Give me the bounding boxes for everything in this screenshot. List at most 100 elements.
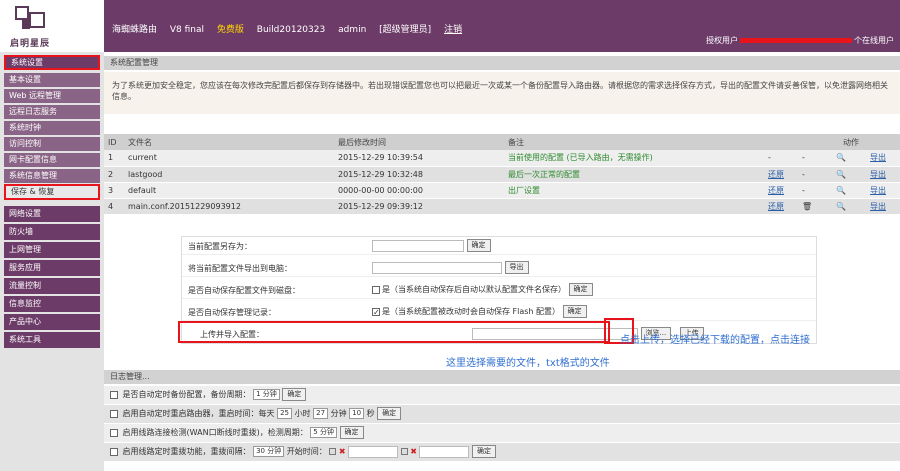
autolog-checkbox[interactable] bbox=[372, 307, 380, 316]
online-prefix: 授权用户 bbox=[706, 36, 738, 45]
auto-backup-checkbox[interactable] bbox=[110, 390, 118, 399]
clear-icon[interactable]: ✖ bbox=[339, 447, 346, 456]
export-link[interactable]: 导出 bbox=[866, 150, 900, 167]
row-action-delete: - bbox=[798, 166, 832, 183]
autolog-label: 是否自动保存管理记录： bbox=[188, 308, 276, 317]
trash-icon[interactable]: 🗑 bbox=[798, 198, 832, 215]
auto-reboot-button[interactable]: 确定 bbox=[377, 407, 402, 420]
autosave-checkbox[interactable] bbox=[372, 285, 380, 294]
sidebar-item-monitor[interactable]: 信息监控 bbox=[4, 296, 100, 312]
row-note bbox=[504, 198, 764, 215]
redial-button[interactable]: 确定 bbox=[472, 445, 497, 458]
sidebar-item-internet[interactable]: 上网管理 bbox=[4, 242, 100, 258]
export-link[interactable]: 导出 bbox=[866, 182, 900, 199]
logout-link[interactable]: 注销 bbox=[444, 25, 462, 35]
form-row-autolog: 是否自动保存管理记录： 是（当系统配置被改动时会自动保存 Flash 配置） 确… bbox=[182, 303, 816, 321]
redacted-bar bbox=[740, 38, 852, 43]
section-title: 系统配置管理 bbox=[104, 56, 900, 70]
reboot-hour-select[interactable]: 25 bbox=[277, 408, 293, 419]
row-id: 4 bbox=[104, 198, 124, 215]
reboot-minute-unit: 分钟 bbox=[330, 409, 347, 418]
clear-icon[interactable]: ✖ bbox=[410, 447, 417, 456]
autosave-text: 是（当系统自动保存后自动以默认配置文件名保存） bbox=[382, 285, 566, 294]
username: admin bbox=[338, 25, 367, 35]
col-time: 最后修改时间 bbox=[334, 134, 504, 150]
sidebar-sub-nic[interactable]: 网卡配置信息 bbox=[4, 153, 100, 167]
redial-checkbox[interactable] bbox=[110, 447, 118, 456]
auto-backup-button[interactable]: 确定 bbox=[282, 388, 307, 401]
restore-link[interactable]: 还原 bbox=[764, 166, 798, 183]
sidebar-sub-save-restore[interactable]: 保存 & 恢复 bbox=[4, 184, 100, 200]
redial-label: 启用线路定时重拨功能，重拨间隔： bbox=[122, 447, 251, 456]
sidebar-sub-basic[interactable]: 基本设置 bbox=[4, 73, 100, 87]
auto-backup-select[interactable]: 1 分钟 bbox=[253, 389, 280, 400]
brand-name: 启明星辰 bbox=[10, 39, 51, 49]
save-as-button[interactable]: 确定 bbox=[466, 239, 491, 252]
sidebar-item-network[interactable]: 网络设置 bbox=[4, 206, 100, 222]
title-line: 海蜘蛛路由 V8 final 免费版 Build20120323 admin [… bbox=[112, 22, 472, 35]
row-note: 当前使用的配置 (已导入路由，无需操作) bbox=[504, 150, 764, 167]
view-icon[interactable]: 🔍 bbox=[832, 182, 866, 199]
lower-row-auto-backup: 是否自动定时备份配置，备份周期： 1 分钟 确定 bbox=[104, 386, 900, 404]
restore-link[interactable]: 还原 bbox=[764, 198, 798, 215]
sidebar-item-system-settings[interactable]: 系统设置 bbox=[4, 55, 100, 70]
row-filename: current bbox=[124, 150, 334, 167]
reboot-second-select[interactable]: 10 bbox=[349, 408, 365, 419]
link-check-select[interactable]: 5 分钟 bbox=[310, 427, 337, 438]
sidebar-item-tools[interactable]: 系统工具 bbox=[4, 332, 100, 348]
view-icon[interactable]: 🔍 bbox=[832, 150, 866, 167]
export-button[interactable]: 导出 bbox=[504, 261, 529, 274]
form-row-autosave: 是否自动保存配置文件到磁盘： 是（当系统自动保存后自动以默认配置文件名保存） 确… bbox=[182, 281, 816, 299]
col-a2 bbox=[798, 134, 832, 150]
sidebar-sub-access[interactable]: 访问控制 bbox=[4, 137, 100, 151]
view-icon[interactable]: 🔍 bbox=[832, 198, 866, 215]
export-input[interactable] bbox=[372, 261, 502, 274]
restore-link[interactable]: 还原 bbox=[764, 182, 798, 199]
calendar-icon[interactable] bbox=[400, 448, 408, 455]
autosave-button[interactable]: 确定 bbox=[568, 283, 593, 296]
col-a4 bbox=[866, 134, 900, 150]
description-text: 为了系统更加安全稳定，您应该在每次修改完配置后都保存到存储器中。若出现错误配置您… bbox=[112, 81, 888, 101]
autosave-label: 是否自动保存配置文件到磁盘： bbox=[188, 286, 300, 295]
sidebar-item-traffic[interactable]: 流量控制 bbox=[4, 278, 100, 294]
autosave-field-group: 是（当系统自动保存后自动以默认配置文件名保存） 确定 bbox=[372, 283, 593, 296]
reboot-hour-unit: 小时 bbox=[294, 409, 311, 418]
sidebar-sub-clock[interactable]: 系统时钟 bbox=[4, 121, 100, 135]
redial-end-input[interactable] bbox=[419, 445, 470, 458]
auto-reboot-checkbox[interactable] bbox=[110, 409, 118, 418]
link-check-button[interactable]: 确定 bbox=[339, 426, 364, 439]
export-field-group: 导出 bbox=[372, 261, 529, 274]
sidebar-item-products[interactable]: 产品中心 bbox=[4, 314, 100, 330]
export-label: 将当前配置文件导出到电脑： bbox=[188, 264, 292, 273]
export-link[interactable]: 导出 bbox=[866, 198, 900, 215]
row-filename: default bbox=[124, 182, 334, 199]
redial-start-input[interactable] bbox=[348, 445, 399, 458]
main-content: 系统配置管理 为了系统更加安全稳定，您应该在每次修改完配置后都保存到存储器中。若… bbox=[104, 52, 900, 471]
form-row-save-as: 当前配置另存为： 确定 bbox=[182, 237, 816, 255]
version-tag: 免费版 bbox=[216, 25, 244, 35]
file-hint-annotation: 这里选择需要的文件，txt格式的文件 bbox=[446, 358, 610, 369]
reboot-minute-select[interactable]: 27 bbox=[313, 408, 329, 419]
sidebar-sub-remote-log[interactable]: 远程日志服务 bbox=[4, 105, 100, 119]
row-action-delete: - bbox=[798, 182, 832, 199]
sidebar-item-firewall[interactable]: 防火墙 bbox=[4, 224, 100, 240]
row-filename: lastgood bbox=[124, 166, 334, 183]
calendar-icon[interactable] bbox=[329, 448, 337, 455]
link-check-checkbox[interactable] bbox=[110, 428, 118, 437]
redial-interval-select[interactable]: 30 分钟 bbox=[253, 446, 285, 457]
user-role: [超级管理员] bbox=[379, 25, 432, 35]
build-number: Build20120323 bbox=[256, 25, 326, 35]
sidebar-sub-web-remote[interactable]: Web 远程管理 bbox=[4, 89, 100, 103]
link-check-label: 启用线路连接检测(WAN口断线时重拨)，检测周期： bbox=[122, 428, 308, 437]
view-icon[interactable]: 🔍 bbox=[832, 166, 866, 183]
config-table: ID 文件名 最后修改时间 备注 动作 1 current 2015-12-29… bbox=[104, 134, 900, 215]
autolog-button[interactable]: 确定 bbox=[562, 305, 587, 318]
save-as-input[interactable] bbox=[372, 239, 464, 252]
sidebar-item-services[interactable]: 服务应用 bbox=[4, 260, 100, 276]
row-time: 0000-00-00 00:00:00 bbox=[334, 182, 504, 199]
export-link[interactable]: 导出 bbox=[866, 166, 900, 183]
autolog-field-group: 是（当系统配置被改动时会自动保存 Flash 配置） 确定 bbox=[372, 305, 587, 318]
sidebar-sub-sysinfo[interactable]: 系统信息管理 bbox=[4, 169, 100, 183]
row-note-extra: (已导入路由，无需操作) bbox=[566, 153, 653, 163]
lower-section-title: 日志管理... bbox=[104, 370, 900, 384]
